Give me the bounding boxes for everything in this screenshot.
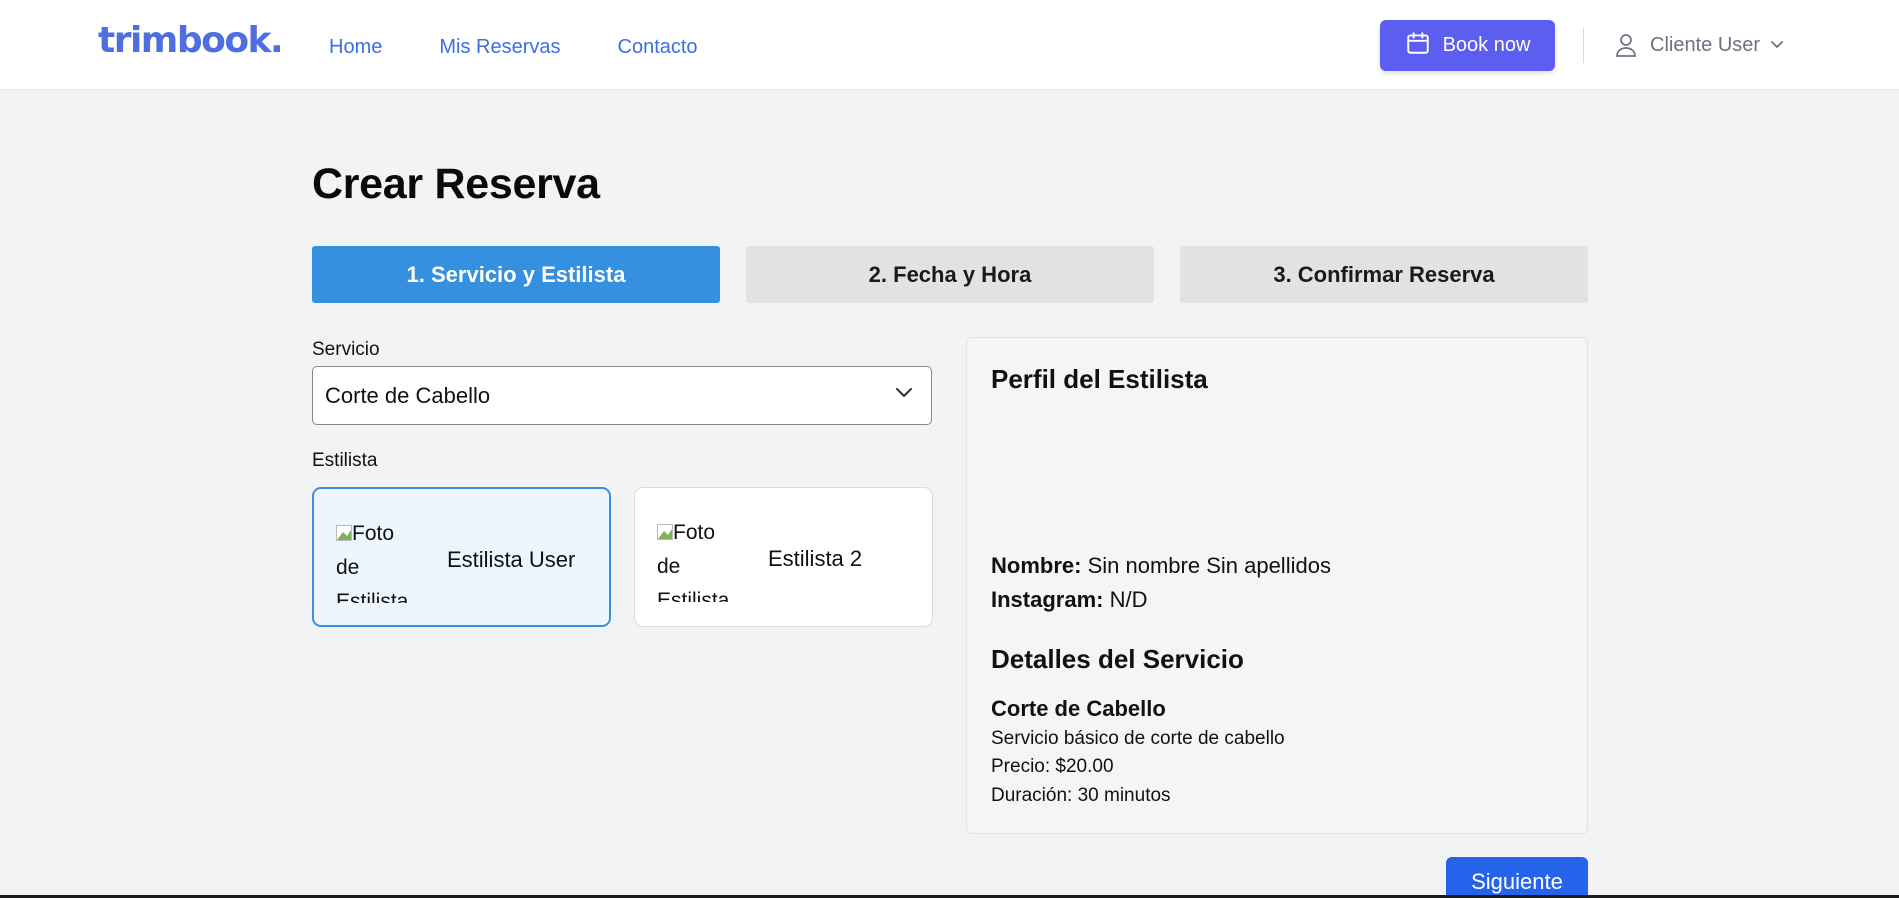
stylist-name: Estilista User xyxy=(447,547,576,572)
stylist-profile-panel: Perfil del Estilista Nombre: Sin nombre … xyxy=(966,337,1588,834)
service-name: Corte de Cabello xyxy=(991,696,1166,721)
profile-instagram-line: Instagram: N/D xyxy=(991,587,1148,613)
user-icon xyxy=(1614,32,1638,58)
stylist-card[interactable]: Foto de Estilista Estilista User xyxy=(312,487,611,627)
user-menu[interactable]: Cliente User xyxy=(1614,30,1784,60)
nav-home-link[interactable]: Home xyxy=(329,36,382,59)
stylist-photo: Foto de Estilista xyxy=(657,516,735,602)
profile-name-value: Sin nombre Sin apellidos xyxy=(1087,553,1331,578)
nav-mis-reservas-link[interactable]: Mis Reservas xyxy=(439,36,560,59)
profile-instagram-label: Instagram: xyxy=(991,587,1104,612)
service-description: Servicio básico de corte de cabello xyxy=(991,728,1285,749)
stylist-name: Estilista 2 xyxy=(768,546,863,571)
stylist-card[interactable]: Foto de Estilista Estilista 2 xyxy=(634,487,933,627)
user-name: Cliente User xyxy=(1650,33,1761,56)
stylist-photo: Foto de Estilista xyxy=(336,517,414,603)
main-nav: Home Mis Reservas Contacto xyxy=(329,36,755,59)
top-header: trimbook. Home Mis Reservas Contacto Boo… xyxy=(0,0,1899,90)
service-select-value: Corte de Cabello xyxy=(325,382,491,408)
broken-image-icon xyxy=(336,518,352,541)
service-price: Precio: $20.00 xyxy=(991,756,1114,777)
profile-name-line: Nombre: Sin nombre Sin apellidos xyxy=(991,553,1331,579)
book-now-label: Book now xyxy=(1442,34,1531,56)
service-select[interactable]: Corte de Cabello xyxy=(312,366,932,425)
service-details-title: Detalles del Servicio xyxy=(991,644,1244,674)
trimbook-logo[interactable]: trimbook. xyxy=(98,20,284,61)
chevron-down-icon xyxy=(895,387,913,399)
step-servicio-estilista[interactable]: 1. Servicio y Estilista xyxy=(312,246,720,303)
broken-image-icon xyxy=(657,517,673,540)
service-label: Servicio xyxy=(312,339,380,360)
page-title: Crear Reserva xyxy=(312,160,600,208)
step-fecha-hora[interactable]: 2. Fecha y Hora xyxy=(746,246,1154,303)
header-divider xyxy=(1583,28,1584,63)
step-confirmar-reserva[interactable]: 3. Confirmar Reserva xyxy=(1180,246,1588,303)
chevron-down-icon xyxy=(1770,40,1784,50)
profile-instagram-value: N/D xyxy=(1109,587,1148,612)
service-duration: Duración: 30 minutos xyxy=(991,785,1171,806)
profile-name-label: Nombre: xyxy=(991,553,1082,578)
calendar-icon xyxy=(1405,30,1443,62)
book-now-button[interactable]: Book now xyxy=(1380,20,1555,71)
stylist-label: Estilista xyxy=(312,450,378,471)
nav-contacto-link[interactable]: Contacto xyxy=(618,36,698,59)
profile-title: Perfil del Estilista xyxy=(991,364,1208,394)
next-button[interactable]: Siguiente xyxy=(1446,857,1588,898)
